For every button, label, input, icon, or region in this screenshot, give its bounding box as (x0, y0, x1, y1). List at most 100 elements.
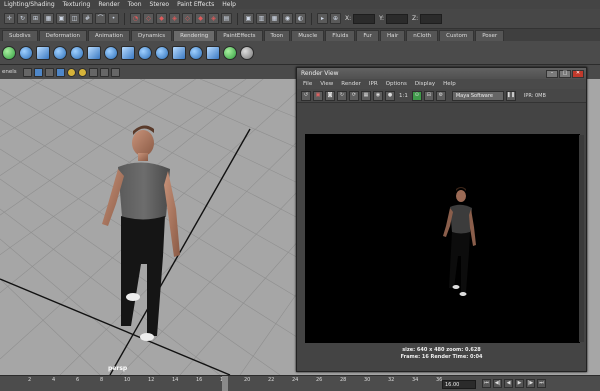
minimize-icon[interactable]: – (546, 69, 558, 78)
smooth-shade-icon[interactable] (55, 67, 65, 77)
snap-point-icon[interactable]: • (108, 13, 119, 24)
current-time-field[interactable]: 16.00 (442, 380, 476, 389)
pause-icon[interactable]: ❚❚ (505, 90, 516, 101)
render-frame-icon[interactable]: ▣ (243, 13, 254, 24)
real-size-label[interactable]: 1:1 (399, 93, 408, 99)
rv-menu-file[interactable]: File (303, 81, 312, 87)
snap-grid-icon[interactable]: # (82, 13, 93, 24)
close-icon[interactable]: ✕ (572, 69, 584, 78)
rotate-tool-icon[interactable]: ↻ (17, 13, 28, 24)
go-to-start-icon[interactable]: ⏮ (482, 379, 491, 388)
tab-toon[interactable]: Toon (263, 30, 291, 41)
input-line-icon[interactable]: ▸ (317, 13, 328, 24)
select-object-icon[interactable]: ▣ (56, 13, 67, 24)
batch-render-icon[interactable] (223, 45, 237, 60)
shader-icon[interactable] (189, 45, 203, 60)
select-hierarchy-icon[interactable]: ▦ (43, 13, 54, 24)
snap-view-icon[interactable]: ▤ (221, 13, 232, 24)
mask-icon-1[interactable]: ◇ (143, 13, 154, 24)
ipr-render-icon[interactable]: ⟳ (349, 90, 359, 101)
menu-lighting-shading[interactable]: Lighting/Shading (4, 1, 55, 8)
rv-menu-help[interactable]: Help (443, 81, 456, 87)
rv-menu-view[interactable]: View (320, 81, 333, 87)
toggle-icon[interactable]: ◐ (295, 13, 306, 24)
tab-rendering[interactable]: Rendering (173, 30, 216, 41)
time-slider[interactable]: 24681012141618202224262830323436 16.00 ⏮… (0, 375, 600, 391)
current-frame-marker[interactable] (222, 376, 228, 391)
mask-icon-3[interactable]: ◈ (169, 13, 180, 24)
shadows-icon[interactable] (77, 67, 87, 77)
tab-fur[interactable]: Fur (356, 30, 379, 41)
cube-icon[interactable] (36, 45, 50, 60)
display-settings-icon[interactable]: ⚙ (435, 90, 446, 101)
camera-select-icon[interactable] (22, 67, 32, 77)
renderer-dropdown[interactable]: Maya Software (451, 90, 504, 101)
mask-icon-2[interactable]: ◆ (156, 13, 167, 24)
rv-menu-ipr[interactable]: IPR (369, 81, 378, 87)
render-settings-icon[interactable]: ▦ (269, 13, 280, 24)
rgb-channel-icon[interactable]: ▦ (361, 90, 371, 101)
render-region-icon[interactable]: ▣ (313, 90, 323, 101)
tab-dynamics[interactable]: Dynamics (131, 30, 173, 41)
tab-muscle[interactable]: Muscle (291, 30, 325, 41)
z-field[interactable] (420, 13, 443, 24)
play-forward-icon[interactable]: ▶ (515, 379, 524, 388)
xray-icon[interactable] (88, 67, 98, 77)
select-component-icon[interactable]: ◫ (69, 13, 80, 24)
menu-stereo[interactable]: Stereo (150, 1, 170, 8)
keep-image-icon[interactable]: ⊙ (411, 90, 422, 101)
remove-image-icon[interactable]: ⊟ (423, 90, 434, 101)
mask-icon-4[interactable]: ◇ (182, 13, 193, 24)
tab-hair[interactable]: Hair (379, 30, 406, 41)
menu-render[interactable]: Render (98, 1, 119, 8)
tab-fluids[interactable]: Fluids (325, 30, 356, 41)
menu-paint-effects[interactable]: Paint Effects (177, 1, 214, 8)
menu-toon[interactable]: Toon (128, 1, 142, 8)
wireframe-icon[interactable] (44, 67, 54, 77)
point-light-icon[interactable] (104, 45, 118, 60)
sphere-icon[interactable] (19, 45, 33, 60)
redo-render-icon[interactable]: ↺ (301, 90, 311, 101)
panel-menu-label[interactable]: enels (2, 69, 17, 75)
ipr-refresh-icon[interactable]: ↻ (337, 90, 347, 101)
camera-icon[interactable] (121, 45, 135, 60)
render-view-scrollbar[interactable] (579, 135, 584, 342)
menu-help[interactable]: Help (222, 1, 236, 8)
select-arrow-icon[interactable] (2, 45, 16, 60)
rv-menu-options[interactable]: Options (386, 81, 407, 87)
area-light-icon[interactable] (87, 45, 101, 60)
isolate-icon[interactable] (99, 67, 109, 77)
snap-curve-icon[interactable]: ⌒ (95, 13, 106, 24)
tab-animation[interactable]: Animation (87, 30, 131, 41)
history-icon[interactable]: ◔ (130, 13, 141, 24)
tab-deformation[interactable]: Deformation (38, 30, 87, 41)
y-field[interactable] (386, 13, 409, 24)
texture-icon[interactable] (172, 45, 186, 60)
tab-ncloth[interactable]: nCloth (406, 30, 439, 41)
alpha-channel-icon[interactable]: ● (385, 90, 395, 101)
transform-field-icon[interactable]: ⊕ (330, 13, 341, 24)
x-field[interactable] (353, 13, 376, 24)
rv-menu-render[interactable]: Render (341, 81, 361, 87)
material-icon-1[interactable] (138, 45, 152, 60)
color-channel-icon[interactable]: ◉ (373, 90, 383, 101)
rv-menu-display[interactable]: Display (415, 81, 435, 87)
play-back-icon[interactable]: ◀ (504, 379, 513, 388)
move-tool-icon[interactable]: ✛ (4, 13, 15, 24)
camera-attributes-icon[interactable] (110, 67, 120, 77)
tab-subdivs[interactable]: Subdivs (2, 30, 38, 41)
go-to-end-icon[interactable]: ⏭ (537, 379, 546, 388)
step-back-icon[interactable]: ◀| (493, 379, 502, 388)
lighting-icon[interactable] (66, 67, 76, 77)
tab-painteffects[interactable]: PaintEffects (216, 30, 263, 41)
grid-toggle-icon[interactable] (33, 67, 43, 77)
ipr-render-icon[interactable]: ▥ (256, 13, 267, 24)
settings-gear-icon[interactable] (240, 45, 254, 60)
menu-texturing[interactable]: Texturing (63, 1, 91, 8)
snapshot-icon[interactable]: ◙ (325, 90, 335, 101)
render-view-titlebar[interactable]: Render View – □ ✕ (297, 68, 586, 79)
render-layer-icon[interactable] (206, 45, 220, 60)
tab-custom[interactable]: Custom (439, 30, 475, 41)
step-forward-icon[interactable]: |▶ (526, 379, 535, 388)
material-icon-2[interactable] (155, 45, 169, 60)
